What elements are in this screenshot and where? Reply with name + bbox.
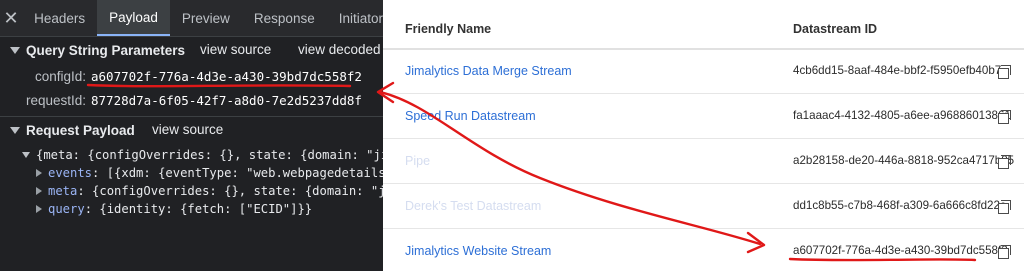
request-payload-section-header[interactable]: Request Payload [0,120,135,140]
payload-child-value: : {configOverrides: {}, state: {domain: … [77,184,383,198]
devtools-network-panel: ✕ Headers Payload Preview Response Initi… [0,0,383,271]
close-icon[interactable]: ✕ [0,0,22,36]
request-payload-section-title: Request Payload [26,122,135,138]
collapsed-caret-icon [36,169,42,177]
datastream-name-link[interactable]: Speed Run Datastream [405,109,536,123]
tab-preview[interactable]: Preview [170,0,242,36]
table-row[interactable]: Jimalytics Data Merge Stream 4cb6dd15-8a… [383,50,1024,94]
table-row[interactable]: Derek's Test Datastream dd1c8b55-c7b8-46… [383,185,1024,229]
query-param-row: configId: a607702f-776a-4d3e-a430-39bd7d… [0,66,362,86]
payload-child-key: events [48,166,93,180]
copy-icon[interactable] [998,245,1011,259]
tab-initiator[interactable]: Initiator [327,0,383,36]
devtools-tab-bar: ✕ Headers Payload Preview Response Initi… [0,0,383,37]
copy-icon[interactable] [998,110,1011,124]
payload-root-line[interactable]: {meta: {configOverrides: {}, state: {dom… [22,146,383,164]
table-row[interactable]: Speed Run Datastream fa1aaac4-4132-4805-… [383,95,1024,139]
copy-icon[interactable] [998,200,1011,214]
column-header-datastream-id[interactable]: Datastream ID [793,22,877,36]
payload-view-source-link[interactable]: view source [152,122,223,137]
datastream-id: a2b28158-de20-446a-8818-952ca4717b85 [793,154,1015,167]
payload-child-value: : {identity: {fetch: ["ECID"]}} [84,202,313,216]
copy-icon[interactable] [998,155,1011,169]
datastream-name-link[interactable]: Jimalytics Data Merge Stream [405,64,572,78]
query-param-row: requestId: 87728d7a-6f05-42f7-a8d0-7e2d5… [0,90,362,110]
expanded-caret-icon [10,46,20,54]
payload-child-row[interactable]: query : {identity: {fetch: ["ECID"]}} [36,200,312,218]
param-key: configId: [34,68,86,84]
expanded-caret-icon [22,152,30,158]
table-header-row: Friendly Name Datastream ID [383,0,1024,50]
param-value[interactable]: 87728d7a-6f05-42f7-a8d0-7e2d5237dd8f [91,93,362,108]
copy-icon[interactable] [998,65,1011,79]
datastream-id: fa1aaac4-4132-4805-a6ee-a96886013861 [793,109,1011,122]
datastream-name-link[interactable]: Jimalytics Website Stream [405,244,551,258]
query-view-source-link[interactable]: view source [200,42,271,57]
datastream-name-link[interactable]: Pipe [405,154,430,168]
tab-payload[interactable]: Payload [97,0,170,36]
datastream-id: dd1c8b55-c7b8-468f-a309-6a666c8fd22e [793,199,1007,212]
expanded-caret-icon [10,126,20,134]
tab-headers[interactable]: Headers [22,0,97,36]
payload-child-value: : [{xdm: {eventType: "web.webpagedetails… [92,166,383,180]
payload-child-row[interactable]: events : [{xdm: {eventType: "web.webpage… [36,164,383,182]
datastream-id: a607702f-776a-4d3e-a430-39bd7dc558f2 [793,244,1008,257]
section-divider [0,116,383,117]
query-string-section-header[interactable]: Query String Parameters [0,40,185,60]
collapsed-caret-icon [36,205,42,213]
param-value[interactable]: a607702f-776a-4d3e-a430-39bd7dc558f2 [91,69,362,84]
table-row[interactable]: Jimalytics Website Stream a607702f-776a-… [383,230,1024,271]
table-row[interactable]: Pipe a2b28158-de20-446a-8818-952ca4717b8… [383,140,1024,184]
payload-root-text: {meta: {configOverrides: {}, state: {dom… [36,148,383,162]
tab-response[interactable]: Response [242,0,327,36]
payload-child-row[interactable]: meta : {configOverrides: {}, state: {dom… [36,182,383,200]
datastream-name-link[interactable]: Derek's Test Datastream [405,199,541,213]
query-view-decoded-link[interactable]: view decoded [298,42,381,57]
payload-child-key: query [48,202,85,216]
datastream-id: 4cb6dd15-8aaf-484e-bbf2-f5950efb40b7 [793,64,1002,77]
param-key: requestId: [25,92,86,108]
query-string-section-title: Query String Parameters [26,42,186,58]
payload-child-key: meta [48,184,78,198]
collapsed-caret-icon [36,187,42,195]
column-header-friendly-name[interactable]: Friendly Name [405,22,491,36]
datastreams-table: Friendly Name Datastream ID Jimalytics D… [383,0,1024,271]
